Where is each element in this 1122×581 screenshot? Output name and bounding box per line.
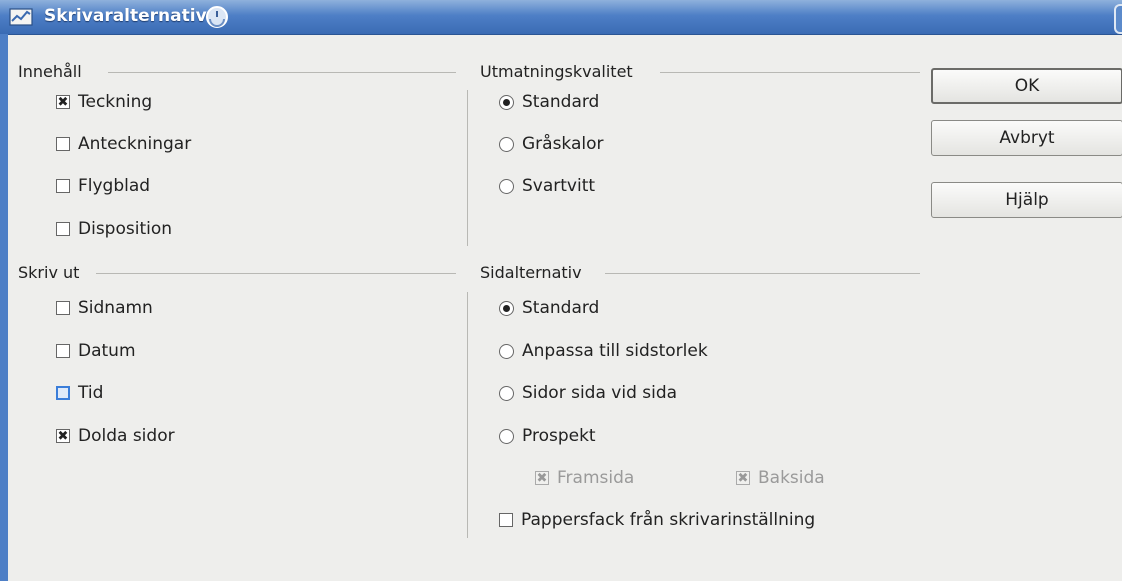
checkbox-tid[interactable]: Tid <box>56 382 103 404</box>
page-options-section-title: Sidalternativ <box>480 263 582 282</box>
radio-button[interactable] <box>499 94 514 110</box>
title-bar: Skrivaralternativ <box>0 0 1122 35</box>
checkbox-label: Disposition <box>78 219 173 239</box>
divider <box>467 90 468 246</box>
checkbox-box[interactable] <box>56 301 70 315</box>
divider <box>605 273 920 274</box>
checkbox-framsida[interactable]: ✖ Framsida <box>535 467 634 489</box>
checkbox-label: Teckning <box>78 92 153 112</box>
radio-button[interactable] <box>499 178 514 194</box>
checkbox-disposition[interactable]: Disposition <box>56 218 172 240</box>
radio-label: Standard <box>522 298 600 318</box>
cancel-button[interactable]: Avbryt <box>931 120 1122 156</box>
radio-button[interactable] <box>499 300 514 316</box>
checkbox-anteckningar[interactable]: Anteckningar <box>56 133 191 155</box>
checkbox-label: Dolda sidor <box>78 426 175 446</box>
checkbox-flygblad[interactable]: Flygblad <box>56 175 150 197</box>
radio-anpassa-till-sidstorlek[interactable]: Anpassa till sidstorlek <box>499 340 708 362</box>
radio-label: Sidor sida vid sida <box>522 383 678 403</box>
window-border <box>0 34 8 581</box>
radio-graskalor[interactable]: Gråskalor <box>499 133 604 155</box>
checkbox-box[interactable] <box>56 386 70 400</box>
window-control-edge[interactable] <box>1114 4 1122 34</box>
checkbox-box[interactable] <box>56 344 70 358</box>
checkbox-dolda-sidor[interactable]: ✖ Dolda sidor <box>56 425 175 447</box>
print-section-title: Skriv ut <box>18 263 80 282</box>
checkbox-label: Baksida <box>758 468 825 488</box>
help-button[interactable]: Hjälp <box>931 182 1122 218</box>
radio-prospekt[interactable]: Prospekt <box>499 425 596 447</box>
checkbox-teckning[interactable]: ✖ Teckning <box>56 91 152 113</box>
checkbox-label: Anteckningar <box>78 134 192 154</box>
checkbox-box[interactable] <box>499 513 513 527</box>
checkbox-box[interactable] <box>56 137 70 151</box>
checkbox-box[interactable]: ✖ <box>56 429 70 443</box>
checkbox-baksida[interactable]: ✖ Baksida <box>736 467 825 489</box>
checkbox-label: Framsida <box>557 468 635 488</box>
radio-sidor-sida-vid-sida[interactable]: Sidor sida vid sida <box>499 382 677 404</box>
radio-button[interactable] <box>499 136 514 152</box>
quality-section-title: Utmatningskvalitet <box>480 62 633 81</box>
radio-page-standard[interactable]: Standard <box>499 297 599 319</box>
radio-label: Gråskalor <box>522 134 604 154</box>
divider <box>96 273 456 274</box>
checkbox-datum[interactable]: Datum <box>56 340 136 362</box>
radio-quality-standard[interactable]: Standard <box>499 91 599 113</box>
radio-button[interactable] <box>499 428 514 444</box>
app-icon <box>9 8 33 26</box>
checkbox-label: Sidnamn <box>78 298 153 318</box>
radio-label: Anpassa till sidstorlek <box>522 341 708 361</box>
checkbox-label: Tid <box>78 383 104 403</box>
divider <box>660 72 920 73</box>
clock-icon <box>206 6 228 28</box>
ok-button[interactable]: OK <box>931 68 1122 104</box>
contents-section-title: Innehåll <box>18 62 82 81</box>
checkbox-box[interactable]: ✖ <box>535 471 549 485</box>
radio-label: Standard <box>522 92 600 112</box>
checkbox-label: Pappersfack från skrivarinställning <box>521 510 816 530</box>
divider <box>108 72 456 73</box>
divider <box>467 292 468 538</box>
radio-svartvitt[interactable]: Svartvitt <box>499 175 595 197</box>
checkbox-label: Flygblad <box>78 176 151 196</box>
radio-button[interactable] <box>499 343 514 359</box>
radio-button[interactable] <box>499 385 514 401</box>
radio-label: Svartvitt <box>522 176 596 196</box>
checkbox-label: Datum <box>78 341 136 361</box>
checkbox-pappersfack[interactable]: Pappersfack från skrivarinställning <box>499 509 815 531</box>
radio-label: Prospekt <box>522 426 596 446</box>
checkbox-box[interactable]: ✖ <box>56 95 70 109</box>
checkbox-box[interactable] <box>56 179 70 193</box>
checkbox-sidnamn[interactable]: Sidnamn <box>56 297 153 319</box>
window-title: Skrivaralternativ <box>44 6 207 26</box>
checkbox-box[interactable] <box>56 222 70 236</box>
checkbox-box[interactable]: ✖ <box>736 471 750 485</box>
